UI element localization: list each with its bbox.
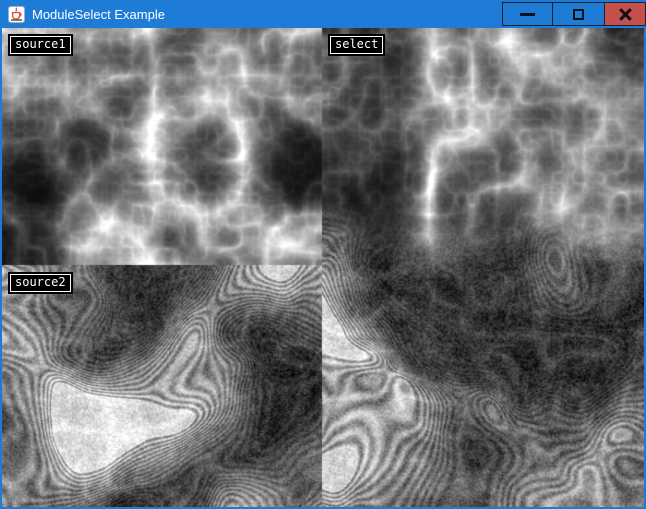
source2-label-text: source2: [10, 274, 71, 292]
close-icon: [618, 7, 633, 22]
window-controls: [502, 0, 646, 28]
titlebar[interactable]: ModuleSelect Example: [0, 0, 646, 28]
maximize-icon: [573, 9, 584, 20]
select-label-text: select: [330, 36, 383, 54]
noise-composite-image: [2, 28, 644, 507]
source1-label-text: source1: [10, 36, 71, 54]
window-title: ModuleSelect Example: [32, 7, 502, 22]
maximize-button[interactable]: [552, 2, 605, 26]
client-area: source1 select source2: [2, 28, 644, 507]
source2-label: source2: [8, 272, 73, 294]
select-label: select: [328, 34, 385, 56]
minimize-icon: [520, 13, 535, 16]
close-button[interactable]: [605, 2, 646, 26]
source1-label: source1: [8, 34, 73, 56]
minimize-button[interactable]: [502, 2, 552, 26]
application-window: ModuleSelect Example source1 select sour…: [0, 0, 646, 509]
java-coffee-cup-icon: [8, 6, 25, 23]
